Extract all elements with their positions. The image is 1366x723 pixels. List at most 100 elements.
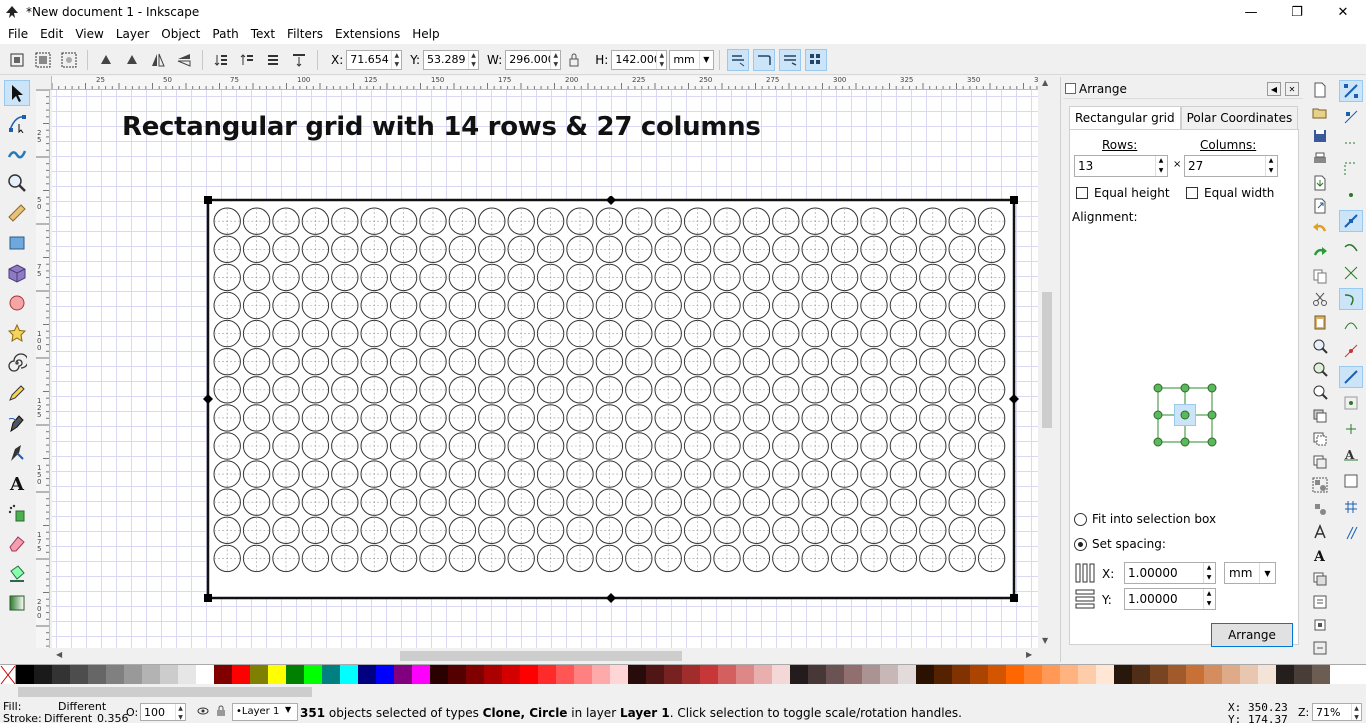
align-top-right-icon[interactable]: [1207, 383, 1217, 393]
scale-handle[interactable]: [204, 196, 212, 204]
chevron-down-icon[interactable]: ▼: [285, 705, 291, 714]
columns-field[interactable]: ▲▼: [1184, 155, 1278, 177]
palette-swatch[interactable]: [1276, 665, 1294, 685]
palette-swatch[interactable]: [376, 665, 394, 685]
palette-swatch[interactable]: [790, 665, 808, 685]
x-stepper[interactable]: ▲ ▼: [391, 50, 401, 69]
spacing-x-stepper[interactable]: ▲ ▼: [1203, 563, 1214, 583]
zoom-stepper[interactable]: ▲ ▼: [1351, 704, 1361, 721]
palette-swatch[interactable]: [268, 665, 286, 685]
horizontal-ruler[interactable]: 2550751001251501752002252502753003253503…: [52, 76, 1038, 90]
align-bottom-left-icon[interactable]: [1153, 437, 1163, 447]
star-tool-icon[interactable]: [4, 320, 30, 346]
align-top-left-icon[interactable]: [1153, 383, 1163, 393]
palette-swatch[interactable]: [1060, 665, 1078, 685]
cut-icon[interactable]: [1309, 290, 1331, 309]
palette-swatch[interactable]: [1222, 665, 1240, 685]
columns-input[interactable]: [1185, 156, 1265, 176]
selector-tool-icon[interactable]: [4, 80, 30, 106]
zoom-tool-icon[interactable]: [4, 170, 30, 196]
palette-swatch[interactable]: [916, 665, 934, 685]
node-tool-icon[interactable]: [4, 110, 30, 136]
palette-swatch[interactable]: [214, 665, 232, 685]
columns-stepper[interactable]: ▲ ▼: [1265, 156, 1276, 176]
fit-into-selection-radio[interactable]: [1074, 513, 1087, 526]
x-input[interactable]: [347, 50, 392, 69]
clone-icon[interactable]: [1309, 429, 1331, 448]
scroll-left-arrow[interactable]: ◀: [56, 650, 62, 659]
select-all-icon[interactable]: [6, 49, 28, 71]
layer-visibility-icon[interactable]: [196, 704, 210, 721]
equal-width-checkbox[interactable]: [1186, 187, 1198, 199]
spacing-y-stepper[interactable]: ▲ ▼: [1203, 589, 1214, 609]
palette-swatch[interactable]: [70, 665, 88, 685]
rotate-cw-icon[interactable]: [121, 49, 143, 71]
y-stepper[interactable]: ▲ ▼: [468, 50, 478, 69]
close-button[interactable]: ✕: [1320, 0, 1366, 24]
palette-swatch[interactable]: [1204, 665, 1222, 685]
palette-swatch[interactable]: [1006, 665, 1024, 685]
spacing-y-field[interactable]: ▲▼: [1124, 588, 1216, 610]
scale-patterns-icon[interactable]: [804, 48, 827, 71]
palette-swatch[interactable]: [592, 665, 610, 685]
scale-handle[interactable]: [1010, 594, 1018, 602]
arrange-button[interactable]: Arrange: [1211, 623, 1293, 647]
rows-input[interactable]: [1075, 156, 1155, 176]
vertical-scrollbar[interactable]: ▲ ▼: [1038, 76, 1056, 648]
align-bottom-center-icon[interactable]: [1180, 437, 1190, 447]
palette-swatch[interactable]: [1150, 665, 1168, 685]
palette-swatch[interactable]: [1294, 665, 1312, 685]
stroke-indicator[interactable]: Different: [44, 712, 92, 723]
spacing-unit-select[interactable]: mm ▼: [1224, 562, 1276, 584]
redo-icon[interactable]: [1309, 243, 1331, 262]
palette-swatch[interactable]: [250, 665, 268, 685]
fill-stroke-icon[interactable]: [1309, 522, 1331, 541]
scale-handle[interactable]: [1010, 196, 1018, 204]
raise-to-top-icon[interactable]: [210, 49, 232, 71]
palette-swatch[interactable]: [1258, 665, 1276, 685]
spiral-tool-icon[interactable]: [4, 350, 30, 376]
snap-text-baseline-icon[interactable]: A: [1339, 444, 1363, 466]
zoom-input[interactable]: [1313, 704, 1351, 720]
menu-file[interactable]: File: [2, 24, 34, 44]
scroll-down-arrow[interactable]: ▼: [1042, 636, 1048, 645]
palette-scrollbar[interactable]: [0, 684, 1366, 700]
eraser-tool-icon[interactable]: [4, 530, 30, 556]
snap-bbox-midpoint-icon[interactable]: [1339, 184, 1363, 206]
snap-rotation-center-icon[interactable]: [1339, 418, 1363, 440]
palette-swatch[interactable]: [826, 665, 844, 685]
drawing-canvas[interactable]: Rectangular grid with 14 rows & 27 colum…: [52, 90, 1038, 648]
maximize-button[interactable]: ❐: [1274, 0, 1320, 24]
palette-swatch[interactable]: [1132, 665, 1150, 685]
snap-line-midpoint-icon[interactable]: [1339, 340, 1363, 362]
tab-polar-coordinates[interactable]: Polar Coordinates: [1180, 106, 1299, 130]
deselect-icon[interactable]: [58, 49, 80, 71]
selected-grid-group[interactable]: [202, 196, 1022, 612]
align-bottom-right-icon[interactable]: [1207, 437, 1217, 447]
align-middle-left-icon[interactable]: [1153, 410, 1163, 420]
preferences-icon[interactable]: [1309, 639, 1331, 658]
w-stepper[interactable]: ▲ ▼: [550, 50, 560, 69]
gradient-tool-icon[interactable]: [4, 590, 30, 616]
horizontal-scroll-thumb[interactable]: [400, 651, 682, 661]
snap-cusp-icon[interactable]: [1339, 288, 1363, 310]
menu-extensions[interactable]: Extensions: [329, 24, 406, 44]
palette-swatch[interactable]: [736, 665, 754, 685]
h-field[interactable]: ▲▼: [611, 49, 668, 70]
align-middle-right-icon[interactable]: [1207, 410, 1217, 420]
palette-swatch[interactable]: [772, 665, 790, 685]
palette-swatch[interactable]: [340, 665, 358, 685]
snap-guide-icon[interactable]: [1339, 522, 1363, 544]
rectangle-tool-icon[interactable]: [4, 230, 30, 256]
open-icon[interactable]: [1309, 103, 1331, 122]
duplicate-icon[interactable]: [1309, 406, 1331, 425]
palette-swatch[interactable]: [502, 665, 520, 685]
scale-handle[interactable]: [204, 594, 212, 602]
palette-swatch[interactable]: [1114, 665, 1132, 685]
zoom-page-icon[interactable]: [1309, 383, 1331, 402]
palette-swatch[interactable]: [448, 665, 466, 685]
paint-bucket-tool-icon[interactable]: [4, 560, 30, 586]
lower-icon[interactable]: [262, 49, 284, 71]
h-input[interactable]: [612, 50, 657, 69]
snap-bbox-icon[interactable]: [1339, 106, 1363, 128]
